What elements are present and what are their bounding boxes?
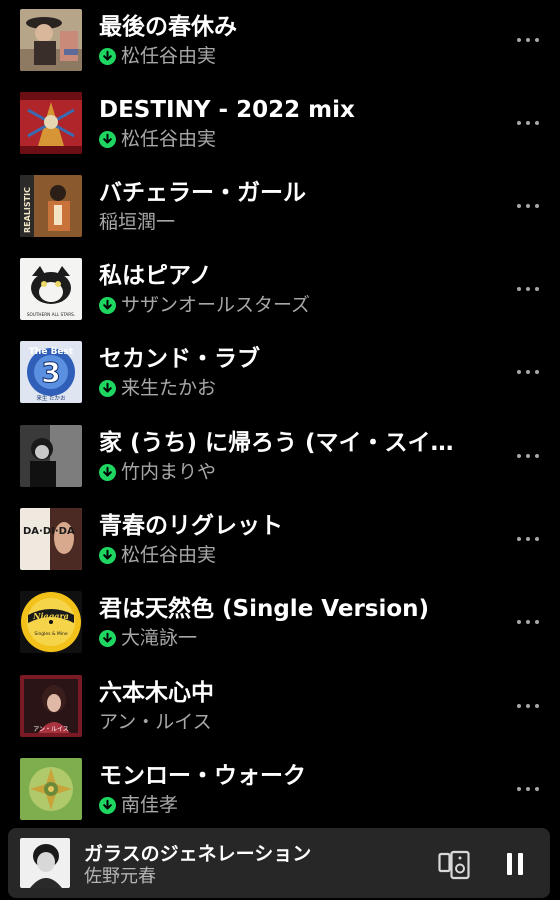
album-art: アン・ルイス <box>20 675 82 737</box>
track-subtitle: アン・ルイス <box>99 709 212 735</box>
track-subtitle: 稲垣潤一 <box>99 209 175 235</box>
download-icon <box>99 379 116 397</box>
more-options-icon[interactable] <box>514 530 542 548</box>
album-art-text: アン・ルイス <box>33 726 69 733</box>
track-artist: 南佳孝 <box>121 794 179 816</box>
more-options-icon[interactable] <box>514 697 542 715</box>
download-icon <box>99 296 116 314</box>
track-title: セカンド・ラブ <box>99 346 260 372</box>
track-row[interactable]: DESTINY - 2022 mix 松任谷由実 <box>0 88 560 158</box>
track-subtitle: サザンオールスターズ <box>99 292 310 318</box>
track-subtitle: 松任谷由実 <box>99 542 216 568</box>
track-subtitle: 来生たかお <box>99 375 216 401</box>
more-options-icon[interactable] <box>514 31 542 49</box>
track-artist: 松任谷由実 <box>121 544 217 566</box>
more-options-icon[interactable] <box>514 197 542 215</box>
more-options-icon[interactable] <box>514 280 542 298</box>
now-playing-title: ガラスのジェネレーション <box>84 843 312 865</box>
track-title: 家 (うち) に帰ろう (マイ・スイ… <box>99 430 454 456</box>
track-row[interactable]: DA·DI·DA 青春のリグレット 松任谷由実 <box>0 504 560 574</box>
track-row[interactable]: SOUTHERN ALL STARS. 私はピアノ サザンオールスターズ <box>0 254 560 324</box>
album-art-subtext: 来生 たかお <box>36 394 66 402</box>
download-icon <box>99 463 116 481</box>
connect-device-icon[interactable] <box>438 850 470 880</box>
album-art-text: DA·DI·DA <box>23 526 75 537</box>
more-options-icon[interactable] <box>514 780 542 798</box>
track-row[interactable]: アン・ルイス 六本木心中 アン・ルイス <box>0 671 560 741</box>
track-artist: 松任谷由実 <box>121 128 217 150</box>
track-row[interactable]: 家 (うち) に帰ろう (マイ・スイ… 竹内まりや <box>0 421 560 491</box>
now-playing-artist: 佐野元春 <box>84 866 156 887</box>
album-art: SOUTHERN ALL STARS. <box>20 258 82 320</box>
track-title: 青春のリグレット <box>99 513 283 539</box>
download-icon <box>99 546 116 564</box>
track-title: 私はピアノ <box>99 263 212 289</box>
album-art <box>20 9 82 71</box>
track-artist: 松任谷由実 <box>121 45 217 67</box>
album-art-text: SOUTHERN ALL STARS. <box>27 312 75 317</box>
more-options-icon[interactable] <box>514 613 542 631</box>
track-title: DESTINY - 2022 mix <box>99 97 355 123</box>
track-title: 君は天然色 (Single Version) <box>99 596 430 622</box>
track-subtitle: 南佳孝 <box>99 792 178 818</box>
album-art: Niagara Singles & Mine <box>20 591 82 653</box>
album-art-text: Niagara <box>32 611 69 621</box>
track-row[interactable]: 最後の春休み 松任谷由実 <box>0 5 560 75</box>
now-playing-album-art <box>20 838 70 888</box>
track-row[interactable]: Niagara Singles & Mine 君は天然色 (Single Ver… <box>0 587 560 657</box>
track-artist: 来生たかお <box>121 377 217 399</box>
album-art <box>20 425 82 487</box>
track-artist: 大滝詠一 <box>121 627 198 649</box>
download-icon <box>99 47 116 65</box>
track-subtitle: 大滝詠一 <box>99 625 197 651</box>
more-options-icon[interactable] <box>514 447 542 465</box>
album-art-number: 3 <box>41 356 60 389</box>
album-art: The Best 3 来生 たかお <box>20 341 82 403</box>
album-art <box>20 92 82 154</box>
track-row[interactable]: モンロー・ウォーク 南佳孝 <box>0 754 560 824</box>
track-subtitle: 竹内まりや <box>99 459 216 485</box>
album-art: REALISTIC <box>20 175 82 237</box>
track-subtitle: 松任谷由実 <box>99 43 216 69</box>
track-artist: サザンオールスターズ <box>121 294 311 316</box>
track-artist: 稲垣潤一 <box>99 211 176 233</box>
track-title: バチェラー・ガール <box>99 180 306 206</box>
more-options-icon[interactable] <box>514 114 542 132</box>
download-icon <box>99 796 116 814</box>
track-title: 六本木心中 <box>99 680 214 706</box>
more-options-icon[interactable] <box>514 363 542 381</box>
track-title: 最後の春休み <box>99 14 237 40</box>
album-art: DA·DI·DA <box>20 508 82 570</box>
track-row[interactable]: REALISTIC バチェラー・ガール 稲垣潤一 <box>0 171 560 241</box>
track-artist: アン・ルイス <box>99 711 212 733</box>
track-subtitle: 松任谷由実 <box>99 126 216 152</box>
pause-icon[interactable] <box>501 850 529 878</box>
now-playing-bar[interactable]: ガラスのジェネレーション 佐野元春 <box>8 828 550 898</box>
album-art-subtext: Singles & Mine <box>34 631 68 637</box>
album-art-text: REALISTIC <box>23 187 32 233</box>
download-icon <box>99 629 116 647</box>
download-icon <box>99 130 116 148</box>
track-row[interactable]: The Best 3 来生 たかお セカンド・ラブ 来生たかお <box>0 337 560 407</box>
track-title: モンロー・ウォーク <box>99 763 306 789</box>
track-artist: 竹内まりや <box>121 461 217 483</box>
album-art <box>20 758 82 820</box>
